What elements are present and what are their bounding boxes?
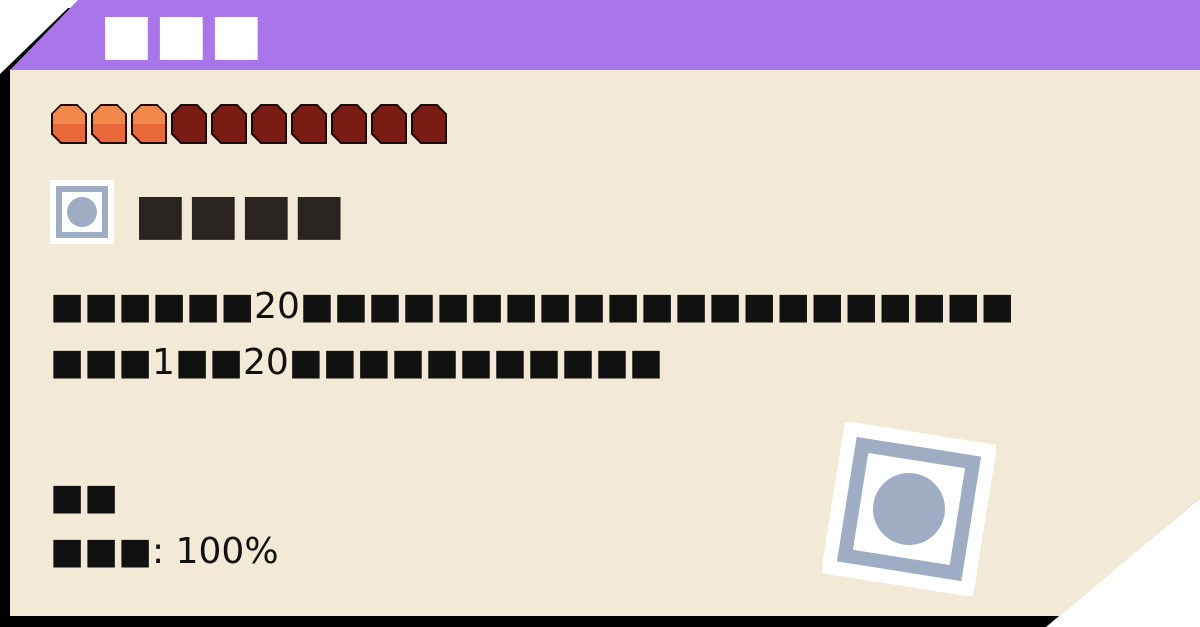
cost-pip-empty <box>371 104 407 144</box>
cost-pip-empty <box>291 104 327 144</box>
cost-pip-empty <box>171 104 207 144</box>
cost-pip-filled <box>91 104 127 144</box>
card-title: ■■■ <box>100 2 265 67</box>
cost-pip-empty <box>211 104 247 144</box>
description-line-1: ■■■■■■20■■■■■■■■■■■■■■■■■■■■■ <box>50 286 1015 327</box>
circle-in-square-icon <box>50 180 114 244</box>
skill-name: ■■■■ <box>134 182 346 247</box>
large-circle-in-square-icon <box>822 422 996 596</box>
cost-pips <box>51 104 447 144</box>
skill-type-label: ■■ <box>50 477 119 518</box>
accuracy-label: ■■■: 100% <box>50 531 279 572</box>
description-line-2: ■■■1■■20■■■■■■■■■■■ <box>50 342 663 383</box>
cost-pip-filled <box>131 104 167 144</box>
cost-pip-empty <box>411 104 447 144</box>
cost-pip-empty <box>331 104 367 144</box>
cost-pip-empty <box>251 104 287 144</box>
cost-pip-filled <box>51 104 87 144</box>
